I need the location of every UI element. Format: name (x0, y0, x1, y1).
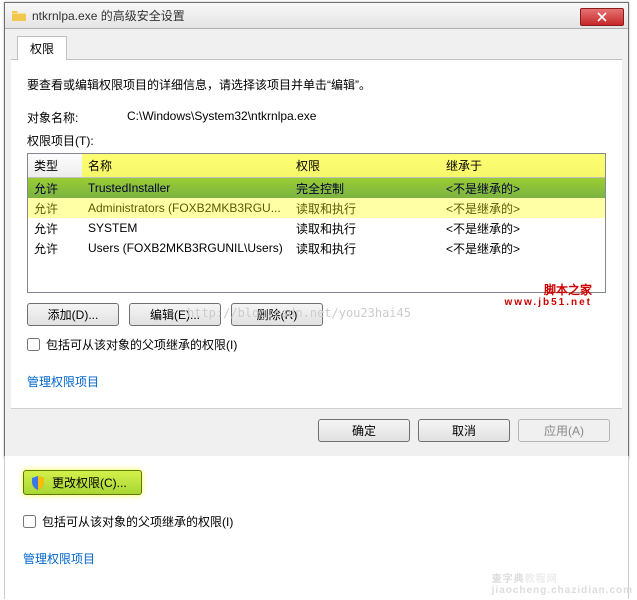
col-name[interactable]: 名称 (82, 154, 290, 177)
table-row[interactable]: 允许 Administrators (FOXB2MKB3RGU... 读取和执行… (28, 198, 605, 218)
object-path: C:\Windows\System32\ntkrnlpa.exe (127, 109, 606, 126)
table-row[interactable]: 允许 SYSTEM 读取和执行 <不是继承的> (28, 218, 605, 238)
remove-button[interactable]: 删除(R) (231, 303, 323, 326)
page-watermark: 查字典教程网 jiaocheng.chazidian.com (492, 569, 633, 596)
object-name-label: 对象名称: (27, 109, 127, 126)
close-button[interactable] (580, 8, 624, 26)
permission-list[interactable]: 类型 名称 权限 继承于 允许 TrustedInstaller 完全控制 <不… (27, 153, 606, 293)
change-permissions-button[interactable]: 更改权限(C)... (23, 470, 142, 495)
col-perm[interactable]: 权限 (290, 154, 440, 177)
shield-icon (30, 475, 46, 491)
col-inherit[interactable]: 继承于 (440, 154, 605, 177)
cancel-button[interactable]: 取消 (418, 419, 510, 442)
table-row[interactable]: 允许 Users (FOXB2MKB3RGUNIL\Users) 读取和执行 <… (28, 238, 605, 258)
include-inherit-input[interactable] (27, 338, 40, 351)
tab-permissions[interactable]: 权限 (17, 36, 67, 60)
col-type[interactable]: 类型 (28, 154, 82, 177)
edit-button[interactable]: 编辑(E)... (129, 303, 221, 326)
titlebar[interactable]: ntkrnlpa.exe 的高级安全设置 (5, 3, 628, 29)
window-title: ntkrnlpa.exe 的高级安全设置 (32, 7, 580, 24)
dialog-footer: 确定 取消 应用(A) (11, 408, 622, 452)
ok-button[interactable]: 确定 (318, 419, 410, 442)
permission-items-label: 权限项目(T): (27, 132, 606, 149)
table-row[interactable]: 允许 TrustedInstaller 完全控制 <不是继承的> (28, 178, 605, 198)
advanced-security-dialog: ntkrnlpa.exe 的高级安全设置 权限 要查看或编辑权限项目的详细信息，… (4, 2, 629, 459)
manage-permissions-link-lower[interactable]: 管理权限项目 (23, 550, 95, 567)
folder-icon (11, 8, 27, 24)
include-inherit-input-lower[interactable] (23, 515, 36, 528)
apply-button[interactable]: 应用(A) (518, 419, 610, 442)
include-inherit-checkbox-lower[interactable]: 包括可从该对象的父项继承的权限(I) (23, 513, 610, 530)
instruction-text: 要查看或编辑权限项目的详细信息，请选择该项目并单击“编辑”。 (27, 76, 606, 93)
add-button[interactable]: 添加(D)... (27, 303, 119, 326)
include-inherit-checkbox[interactable]: 包括可从该对象的父项继承的权限(I) (27, 336, 606, 353)
brand-watermark: 脚本之家 www.jb51.net (504, 283, 592, 309)
dialog-body: 权限 要查看或编辑权限项目的详细信息，请选择该项目并单击“编辑”。 对象名称: … (5, 29, 628, 458)
list-header[interactable]: 类型 名称 权限 继承于 (28, 154, 605, 178)
close-icon (597, 12, 607, 22)
tabstrip: 权限 (11, 29, 622, 60)
manage-permissions-link[interactable]: 管理权限项目 (27, 373, 99, 390)
